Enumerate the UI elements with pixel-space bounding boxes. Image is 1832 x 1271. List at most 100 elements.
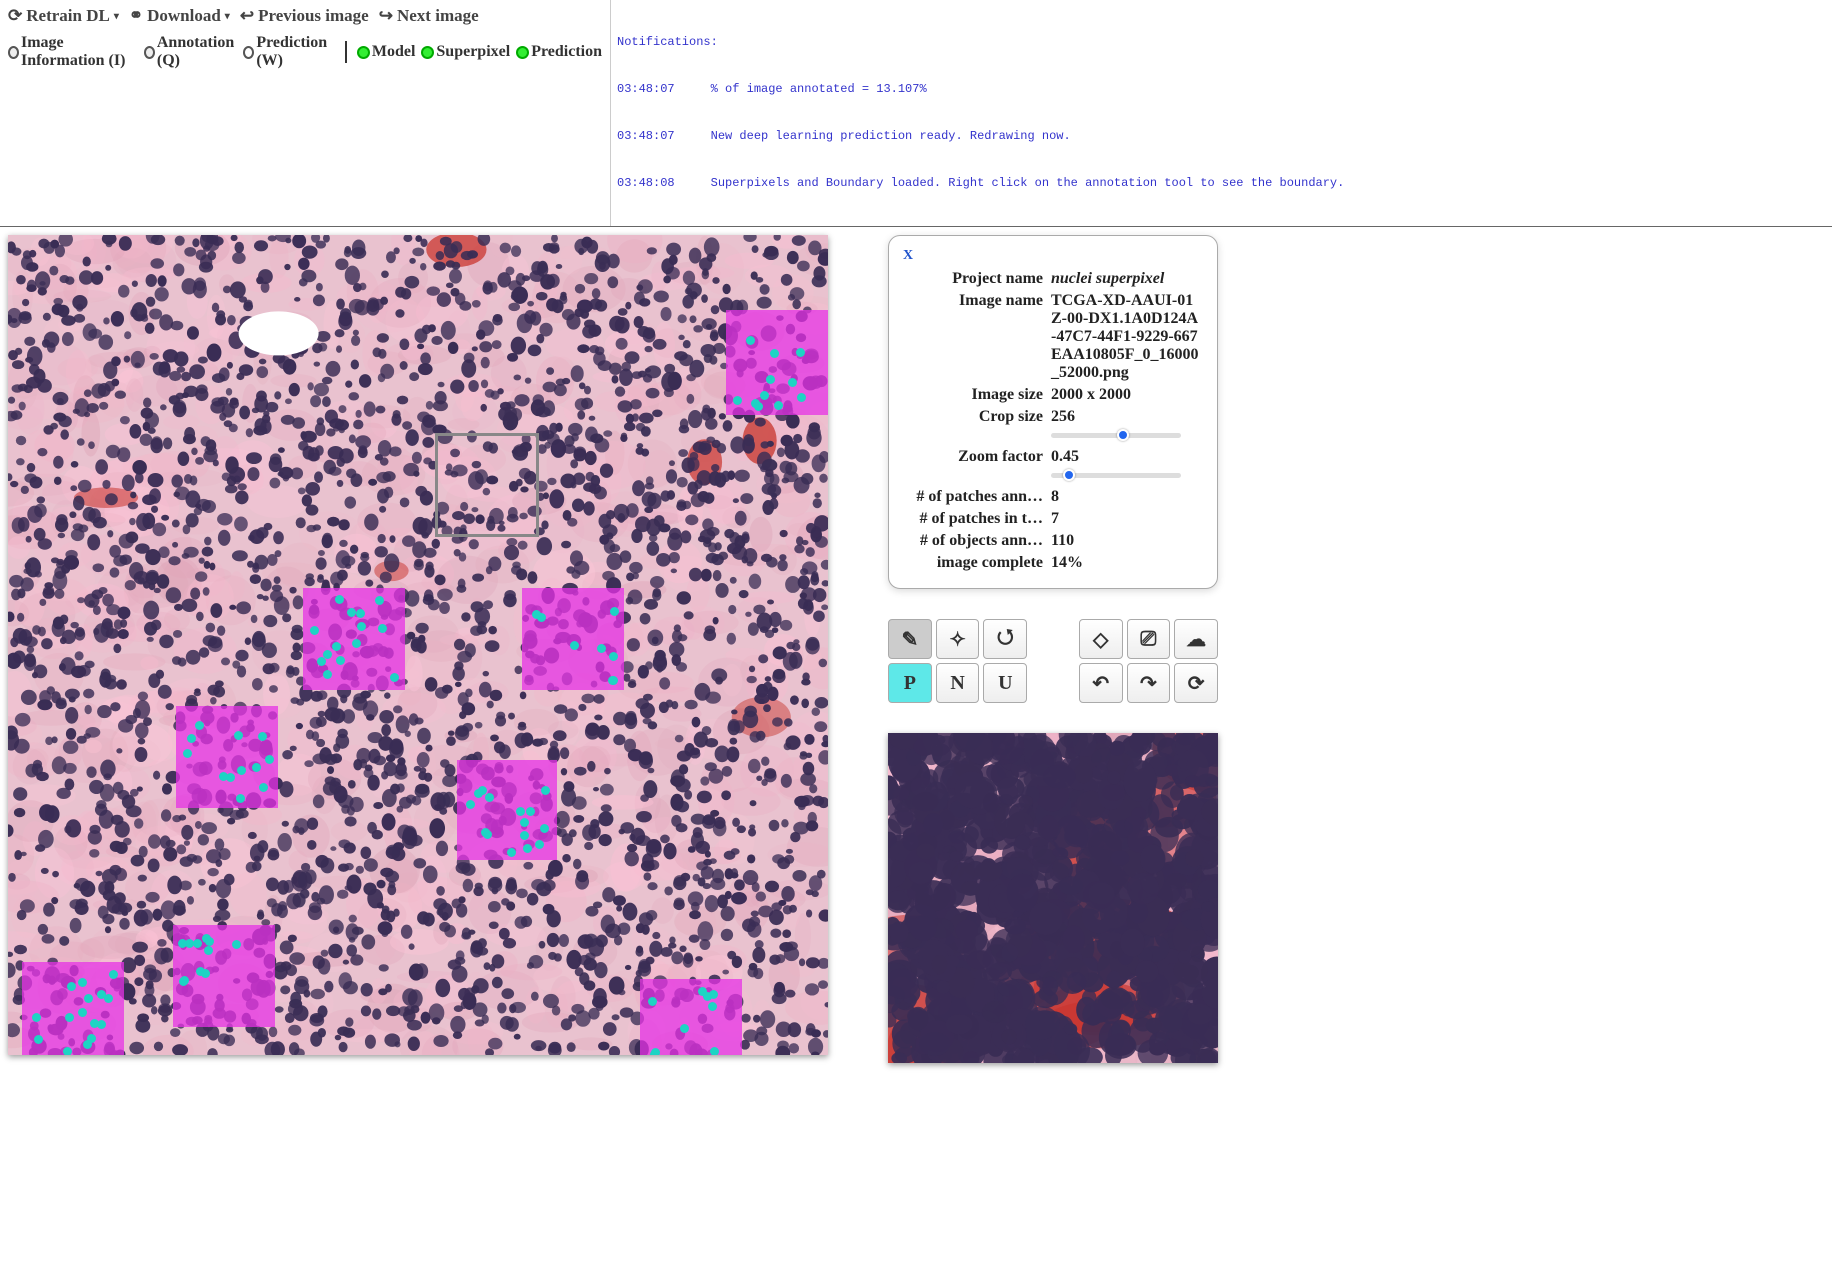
next-image-label: Next image <box>397 6 479 26</box>
eraser-tool-button[interactable]: ◇ <box>1079 619 1123 659</box>
undo-icon: ↶ <box>1092 671 1109 696</box>
nucleus-dot <box>651 1048 660 1055</box>
nucleus-dot <box>179 977 188 986</box>
annotated-patch[interactable] <box>303 588 405 690</box>
pencil-tool-button[interactable]: ✎ <box>888 619 932 659</box>
nucleus-dot <box>485 793 494 802</box>
nucleus-dot <box>310 626 319 635</box>
nucleus-dot <box>237 766 246 775</box>
nucleus-dot <box>236 794 245 803</box>
label-patches-annotated: # of patches ann… <box>903 488 1043 506</box>
nucleus-dot <box>265 755 274 764</box>
toggle-annotation[interactable]: Annotation (Q) <box>144 34 237 70</box>
link-icon: ⚭ <box>129 6 143 26</box>
nucleus-dot <box>520 831 529 840</box>
clear-icon: ⎚ <box>1140 628 1156 651</box>
annotated-patch[interactable] <box>457 760 557 860</box>
annotated-patch[interactable] <box>726 310 828 415</box>
positive-class-button[interactable]: P <box>888 663 932 703</box>
nucleus-dot <box>774 401 783 410</box>
arrow-left-icon: ↩ <box>240 6 254 26</box>
nucleus-dot <box>335 595 344 604</box>
radio-off-icon <box>8 46 19 59</box>
nucleus-dot <box>332 642 341 651</box>
retrain-dl-menu[interactable]: ⟳ Retrain DL ▾ <box>8 6 119 26</box>
annotation-tools-panel: ✎ ✧ ⭯ ◇ ⎚ ☁ P N U ↶ ↷ ⟳ <box>888 619 1218 703</box>
previous-image-button[interactable]: ↩ Previous image <box>240 6 369 26</box>
pencil-icon: ✎ <box>901 627 918 652</box>
nucleus-dot <box>183 749 192 758</box>
label-project-name: Project name <box>903 270 1043 288</box>
caret-down-icon: ▾ <box>225 11 230 22</box>
download-menu[interactable]: ⚭ Download ▾ <box>129 6 230 26</box>
annotated-patch[interactable] <box>22 962 124 1055</box>
nucleus-dot <box>202 934 211 943</box>
annotated-patch[interactable] <box>176 706 278 808</box>
radio-on-icon <box>516 46 529 59</box>
nucleus-dot <box>234 731 243 740</box>
redo-button[interactable]: ↷ <box>1127 663 1171 703</box>
nucleus-dot <box>608 676 617 685</box>
nucleus-dot <box>201 969 210 978</box>
toggle-superpixel[interactable]: Superpixel <box>421 43 510 61</box>
close-panel-button[interactable]: X <box>903 248 913 263</box>
nucleus-dot <box>788 378 797 387</box>
annotated-patch[interactable] <box>522 588 624 690</box>
label-crop-size: Crop size <box>903 408 1043 444</box>
clear-tool-button[interactable]: ⎚ <box>1127 619 1171 659</box>
zoom-factor-slider[interactable] <box>1051 473 1181 478</box>
nucleus-dot <box>357 622 366 631</box>
annotated-patch[interactable] <box>173 925 275 1027</box>
crop-size-slider[interactable] <box>1051 433 1181 438</box>
unknown-class-button[interactable]: U <box>983 663 1027 703</box>
refresh-button[interactable]: ⟳ <box>1174 663 1218 703</box>
annotated-patch[interactable] <box>640 979 742 1055</box>
nucleus-dot <box>523 844 532 853</box>
eraser-icon: ◇ <box>1093 627 1108 652</box>
toggle-image-info-label: Image Information (I) <box>21 34 138 70</box>
retrain-dl-label: Retrain DL <box>26 6 110 26</box>
next-image-button[interactable]: ↪ Next image <box>379 6 479 26</box>
nucleus-dot <box>178 939 187 948</box>
magic-wand-tool-button[interactable]: ✧ <box>936 619 980 659</box>
nucleus-dot <box>375 596 384 605</box>
value-patches-annotated: 8 <box>1051 488 1203 506</box>
arrow-right-icon: ↪ <box>379 6 393 26</box>
value-image-size: 2000 x 2000 <box>1051 386 1203 404</box>
notification-line: 03:48:08 Superpixels and Boundary loaded… <box>617 176 1826 192</box>
toggle-image-information[interactable]: Image Information (I) <box>8 34 138 70</box>
toggle-model-label: Model <box>372 43 416 61</box>
nucleus-dot <box>34 1035 43 1044</box>
value-crop-size: 256 <box>1051 408 1203 444</box>
toggle-prediction-w[interactable]: Prediction (W) <box>243 34 334 70</box>
nucleus-dot <box>610 607 619 616</box>
nucleus-dot <box>570 641 579 650</box>
toggle-prediction[interactable]: Prediction <box>516 43 602 61</box>
nucleus-dot <box>97 1020 106 1029</box>
nucleus-dot <box>193 939 202 948</box>
histology-tissue-background <box>8 235 828 1055</box>
nucleus-dot <box>609 652 618 661</box>
nucleus-dot <box>760 391 769 400</box>
nucleus-dot <box>78 1008 87 1017</box>
nucleus-dot <box>84 994 93 1003</box>
nucleus-dot <box>535 840 544 849</box>
nucleus-dot <box>520 818 529 827</box>
crop-patch-viewer[interactable] <box>888 733 1218 1063</box>
fill-tool-button[interactable]: ⭯ <box>983 619 1027 659</box>
nucleus-dot <box>770 349 779 358</box>
upload-tool-button[interactable]: ☁ <box>1174 619 1218 659</box>
nucleus-dot <box>187 734 196 743</box>
radio-on-icon <box>357 46 370 59</box>
nucleus-dot <box>65 1013 74 1022</box>
crop-selector-box[interactable] <box>435 433 539 537</box>
main-image-viewer[interactable] <box>8 235 828 1055</box>
nucleus-dot <box>733 396 742 405</box>
negative-class-button[interactable]: N <box>936 663 980 703</box>
image-info-panel: X Project name nuclei superpixel Image n… <box>888 235 1218 589</box>
toggle-model[interactable]: Model <box>357 43 416 61</box>
undo-button[interactable]: ↶ <box>1079 663 1123 703</box>
toolbar-divider <box>345 41 347 63</box>
refresh-icon: ⟳ <box>8 6 22 26</box>
label-image-name: Image name <box>903 292 1043 382</box>
